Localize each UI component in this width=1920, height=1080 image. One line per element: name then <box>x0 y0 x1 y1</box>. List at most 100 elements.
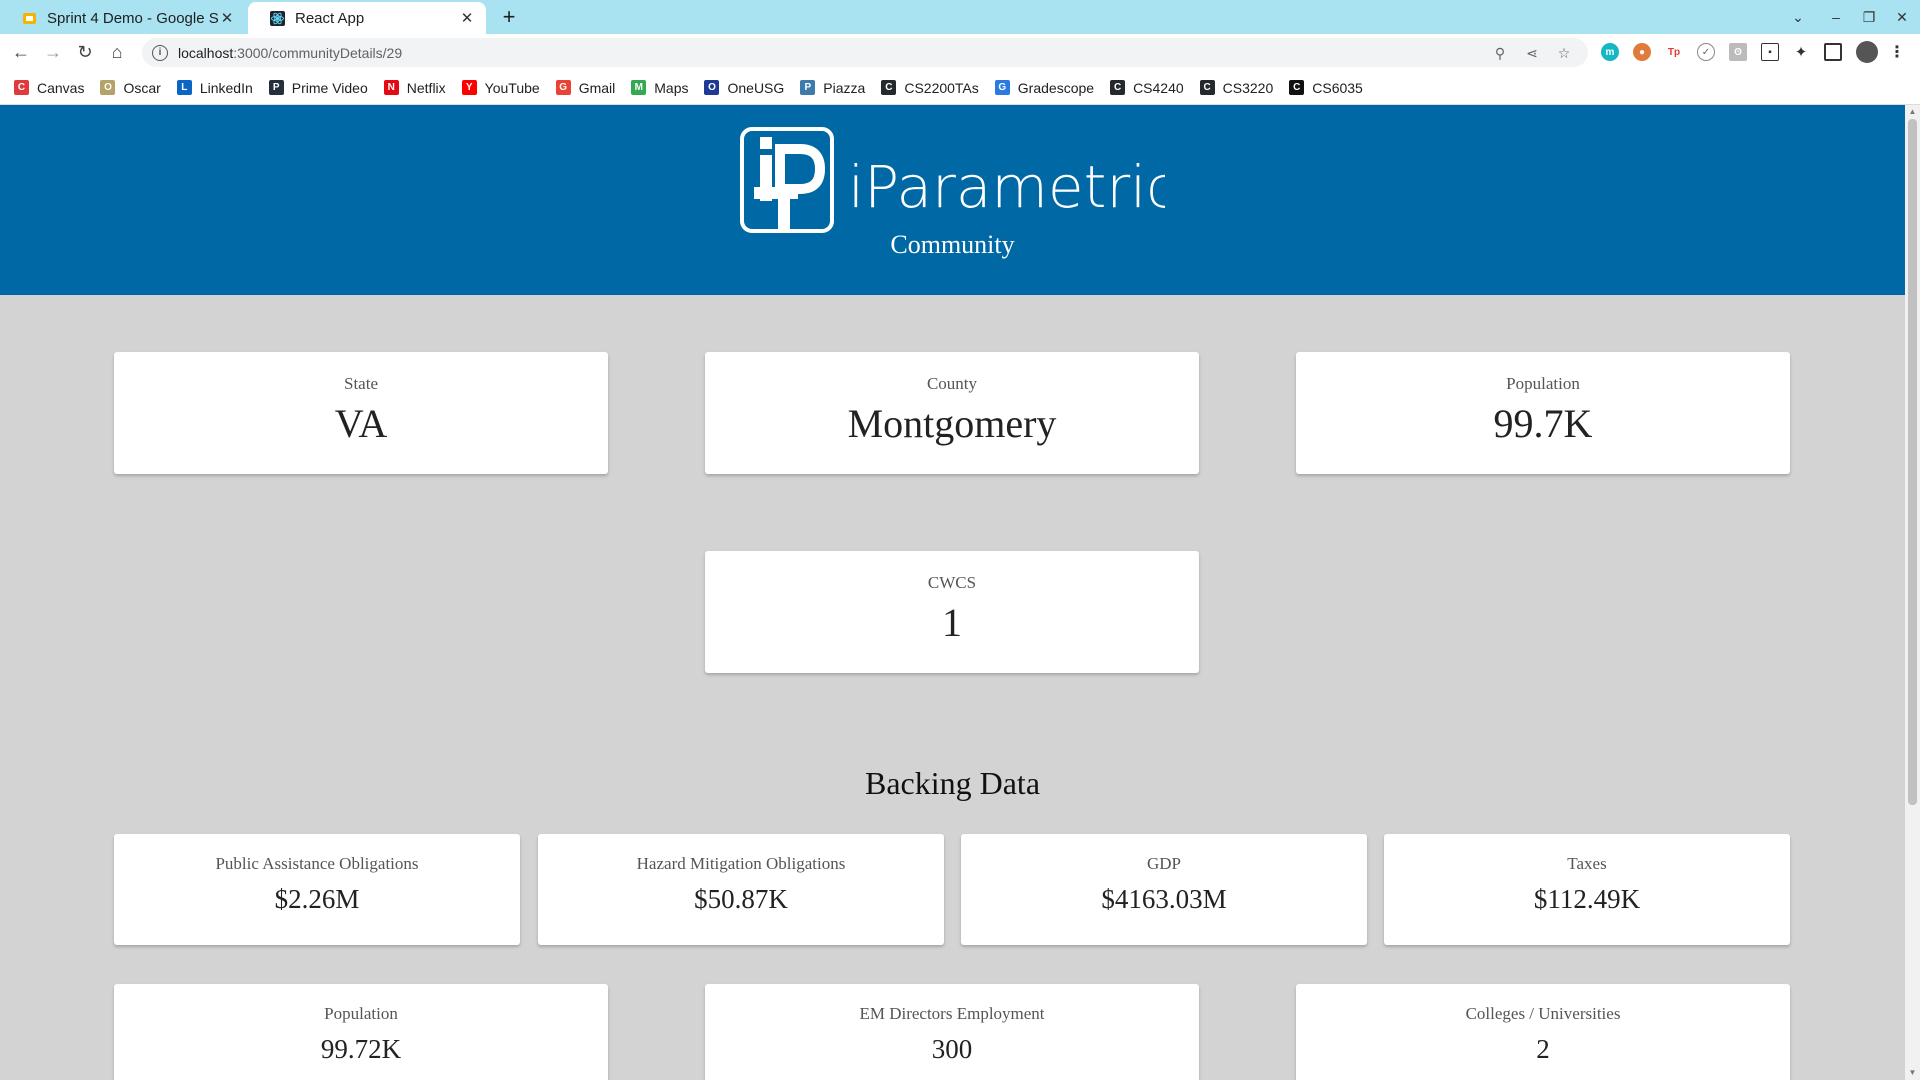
menu-kebab-icon[interactable]: ⋮ <box>1888 43 1906 61</box>
bookmark-favicon-icon: P <box>800 80 816 95</box>
card-label: EM Directors Employment <box>859 1004 1045 1023</box>
extension-m-icon[interactable]: m <box>1601 43 1619 61</box>
card-value: Montgomery <box>847 401 1057 446</box>
public-assistance-card: Public Assistance Obligations $2.26M <box>114 834 520 945</box>
scroll-down-icon[interactable]: ▼ <box>1908 1068 1917 1078</box>
back-icon[interactable]: ← <box>9 40 33 64</box>
tab-react-app[interactable]: React App ✕ <box>248 2 486 34</box>
tab-strip: Sprint 4 Demo - Google Sli ✕ React App ✕… <box>0 0 1920 34</box>
card-label: Public Assistance Obligations <box>215 854 419 873</box>
iparametrics-logo: iParametrics <box>740 127 1165 233</box>
population-card: Population 99.7K <box>1296 352 1790 474</box>
cwcs-card: CWCS 1 <box>705 551 1199 673</box>
scroll-up-icon[interactable]: ▲ <box>1908 107 1917 117</box>
bookmark-cs4240[interactable]: C CS4240 <box>1110 80 1184 96</box>
bookmark-favicon-icon: C <box>14 80 29 95</box>
bookmark-cs3220[interactable]: C CS3220 <box>1199 80 1273 96</box>
bookmark-label: YouTube <box>484 79 540 96</box>
extension-cast-icon[interactable]: ▪ <box>1761 43 1779 61</box>
card-label: Hazard Mitigation Obligations <box>636 854 846 873</box>
close-tab-icon[interactable]: ✕ <box>218 9 236 27</box>
forward-icon[interactable]: → <box>41 40 65 64</box>
tab-title: React App <box>295 9 365 27</box>
bookmark-cs6035[interactable]: C CS6035 <box>1289 80 1363 96</box>
backing-population-card: Population 99.72K <box>114 984 608 1080</box>
extension-shield-icon[interactable]: ✓ <box>1697 43 1715 61</box>
bookmark-label: Canvas <box>37 79 85 96</box>
page-title: Community <box>890 230 1015 259</box>
address-bar[interactable]: i localhost:3000/communityDetails/29 ⚲ ⋖… <box>142 38 1588 67</box>
colleges-card: Colleges / Universities 2 <box>1296 984 1790 1080</box>
scrollbar-thumb[interactable] <box>1908 119 1917 805</box>
share-icon[interactable]: ⋖ <box>1522 43 1542 63</box>
bookmark-favicon-icon: G <box>555 80 571 95</box>
card-label: GDP <box>1146 854 1181 873</box>
bookmark-favicon-icon: Y <box>461 80 477 95</box>
profile-avatar[interactable] <box>1856 41 1878 63</box>
zoom-icon[interactable]: ⚲ <box>1490 43 1510 63</box>
site-info-icon[interactable]: i <box>152 44 168 61</box>
tab-search-icon[interactable]: ⌄ <box>1787 6 1809 28</box>
page-content: iParametrics Community State VA County M… <box>0 105 1905 1080</box>
page-header: iParametrics Community <box>0 105 1905 295</box>
card-value: 99.7K <box>1493 401 1593 446</box>
bookmark-label: CS4240 <box>1133 79 1184 96</box>
bookmark-cs2200tas[interactable]: C CS2200TAs <box>881 80 979 96</box>
home-icon[interactable]: ⌂ <box>105 40 129 64</box>
bookmark-prime-video[interactable]: P Prime Video <box>268 79 368 96</box>
bookmark-piazza[interactable]: P Piazza <box>800 80 865 96</box>
bookmark-favicon-icon: C <box>1110 80 1126 95</box>
card-value: $2.26M <box>274 884 360 914</box>
bookmark-star-icon[interactable]: ☆ <box>1554 43 1574 63</box>
bookmark-favicon-icon: P <box>268 80 284 95</box>
extension-grey-icon[interactable]: ʘ <box>1729 43 1747 61</box>
card-value: $112.49K <box>1533 884 1641 914</box>
bookmark-maps[interactable]: M Maps <box>631 80 688 96</box>
card-value: 1 <box>942 600 962 645</box>
bookmark-oneusg[interactable]: O OneUSG <box>704 80 784 96</box>
bookmark-label: LinkedIn <box>199 79 253 96</box>
new-tab-icon[interactable]: + <box>497 4 521 29</box>
bookmark-label: CS6035 <box>1312 79 1363 96</box>
bookmark-gmail[interactable]: G Gmail <box>555 80 615 96</box>
bookmarks-bar: C Canvas O Oscar L LinkedIn P Prime Video N Netfl… <box>0 71 1920 105</box>
restore-icon[interactable]: ❐ <box>1858 6 1880 28</box>
browser-toolbar: ← → ↻ ⌂ i localhost:3000/communityDetail… <box>0 34 1920 71</box>
taxes-card: Taxes $112.49K <box>1384 834 1790 945</box>
bookmark-canvas[interactable]: C Canvas <box>14 80 84 96</box>
bookmark-youtube[interactable]: Y YouTube <box>461 79 540 96</box>
page-scrollbar[interactable]: ▲ ▼ <box>1905 105 1920 1080</box>
bookmark-label: Maps <box>654 79 689 96</box>
close-window-icon[interactable]: ✕ <box>1891 6 1913 28</box>
card-label: Population <box>1506 374 1580 393</box>
bookmark-oscar[interactable]: O Oscar <box>100 80 161 96</box>
card-value: $4163.03M <box>1101 884 1227 914</box>
card-value: VA <box>334 401 388 446</box>
reload-icon[interactable]: ↻ <box>73 40 97 64</box>
bookmark-linkedin[interactable]: L LinkedIn <box>176 79 253 96</box>
extension-tp-icon[interactable]: Tp <box>1665 43 1683 61</box>
google-slides-icon <box>22 11 37 26</box>
extensions-puzzle-icon[interactable]: ✦ <box>1792 43 1810 61</box>
card-label: Colleges / Universities <box>1465 1004 1621 1023</box>
hazard-mitigation-card: Hazard Mitigation Obligations $50.87K <box>538 834 944 945</box>
bookmark-favicon-icon: M <box>631 80 647 95</box>
react-icon <box>270 10 285 26</box>
extension-cookie-icon[interactable]: ● <box>1633 43 1651 61</box>
url-text: localhost:3000/communityDetails/29 <box>178 44 403 61</box>
side-panel-icon[interactable] <box>1824 43 1842 61</box>
minimize-icon[interactable]: – <box>1825 6 1847 28</box>
bookmark-favicon-icon: C <box>1289 80 1305 95</box>
bookmark-favicon-icon: L <box>176 80 192 95</box>
tab-title: Sprint 4 Demo - Google Sli <box>47 9 218 27</box>
tab-google-slides[interactable]: Sprint 4 Demo - Google Sli ✕ <box>0 2 246 34</box>
bookmark-favicon-icon: N <box>383 80 399 95</box>
bookmark-label: Prime Video <box>291 79 368 96</box>
bookmark-favicon-icon: O <box>100 80 116 95</box>
bookmark-gradescope[interactable]: G Gradescope <box>994 80 1094 96</box>
county-card: County Montgomery <box>705 352 1199 474</box>
card-value: 2 <box>1536 1034 1550 1064</box>
bookmark-netflix[interactable]: N Netflix <box>383 80 446 96</box>
card-value: $50.87K <box>694 884 788 914</box>
close-tab-icon[interactable]: ✕ <box>458 9 476 27</box>
